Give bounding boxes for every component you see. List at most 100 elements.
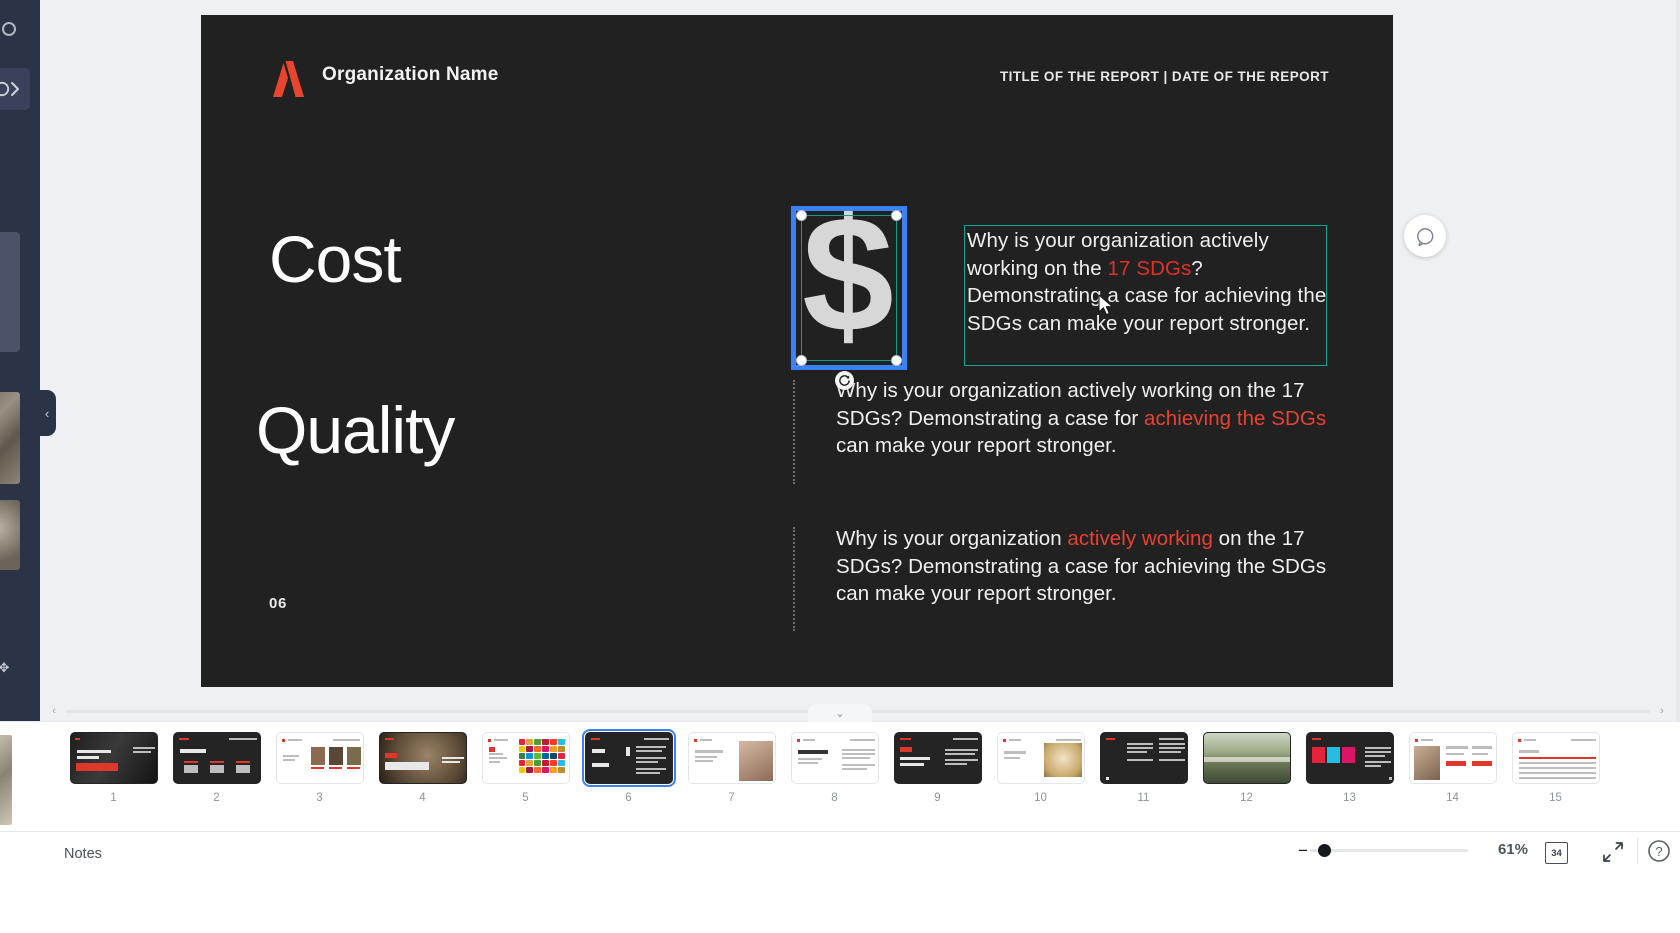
resize-handle-top-right[interactable] bbox=[891, 210, 902, 221]
slide-thumbnail[interactable] bbox=[172, 732, 261, 784]
slide-thumbnail[interactable] bbox=[69, 732, 158, 784]
zoom-slider-track[interactable] bbox=[1310, 844, 1468, 857]
rail-circle-icon bbox=[2, 22, 16, 36]
slide-thumbnail[interactable] bbox=[378, 732, 467, 784]
slide-number-label: 10 bbox=[1034, 792, 1047, 804]
slide-thumbnail[interactable] bbox=[275, 732, 364, 784]
filmstrip-slide-11[interactable]: 11 bbox=[1092, 732, 1195, 804]
slide-thumbnail[interactable] bbox=[996, 732, 1085, 784]
slide-number-label: 2 bbox=[213, 792, 220, 804]
slide-thumbnail[interactable] bbox=[481, 732, 570, 784]
keyword-cost[interactable]: Cost bbox=[269, 226, 402, 292]
keyword-quality[interactable]: Quality bbox=[256, 397, 455, 463]
slide-thumbnail[interactable] bbox=[1305, 732, 1394, 784]
tb-line2a: working on the bbox=[967, 256, 1108, 280]
filmstrip-slide-12[interactable]: 12 bbox=[1195, 732, 1298, 804]
scroll-left-button[interactable]: ‹ bbox=[48, 705, 60, 717]
window-scrollbar[interactable] bbox=[1676, 0, 1680, 721]
help-button[interactable]: ? bbox=[1646, 838, 1672, 864]
blk2-part2: can make your report stronger. bbox=[836, 434, 1117, 457]
zoom-percent-label: 61% bbox=[1497, 841, 1528, 858]
slide-filmstrip[interactable]: 1 2 3 4 5 6 7 8 9 10 11 12 13 14 15 bbox=[0, 721, 1680, 831]
filmstrip-slide-4[interactable]: 4 bbox=[371, 732, 474, 804]
blk2-highlight: achieving the SDGs bbox=[1144, 406, 1327, 430]
presentation-editor-window: ✥ ‹ Organization Name TITLE OF THE REPOR… bbox=[0, 0, 1680, 933]
fullscreen-button[interactable] bbox=[1601, 840, 1625, 864]
rail-move-handle[interactable]: ✥ bbox=[0, 660, 12, 676]
filmstrip-slide-7[interactable]: 7 bbox=[680, 732, 783, 804]
blk3-part1: Why is your organization bbox=[836, 527, 1068, 550]
add-comment-button[interactable] bbox=[1404, 215, 1446, 257]
chevron-right-icon bbox=[0, 81, 19, 97]
tb-highlight-17-sdgs: 17 SDGs bbox=[1107, 256, 1192, 280]
slide-number-label: 3 bbox=[316, 792, 323, 804]
slide-header: Organization Name TITLE OF THE REPORT | … bbox=[201, 15, 1393, 135]
scroll-right-button[interactable]: › bbox=[1656, 705, 1668, 717]
slide-canvas-area: Organization Name TITLE OF THE REPORT | … bbox=[40, 0, 1680, 721]
organization-name: Organization Name bbox=[322, 64, 499, 85]
filmstrip-slide-3[interactable]: 3 bbox=[268, 732, 371, 804]
block-3-rule bbox=[793, 527, 795, 631]
filmstrip-slide-8[interactable]: 8 bbox=[783, 732, 886, 804]
zoom-out-button[interactable]: − bbox=[1298, 842, 1308, 859]
filmstrip-toggle-button[interactable]: ⌄ bbox=[808, 704, 872, 722]
block-2-rule bbox=[793, 380, 795, 484]
filmstrip-slide-13[interactable]: 13 bbox=[1298, 732, 1401, 804]
filmstrip-slide-14[interactable]: 14 bbox=[1401, 732, 1504, 804]
slide-thumbnail[interactable] bbox=[581, 729, 676, 787]
filmstrip-list: 1 2 3 4 5 6 7 8 9 10 11 12 13 14 15 bbox=[62, 729, 1607, 804]
rail-photo-thumbnail[interactable] bbox=[0, 392, 20, 484]
graphic-selection-box[interactable] bbox=[796, 210, 902, 366]
rail-thumbnail[interactable] bbox=[0, 232, 20, 352]
slide-count-value: 34 bbox=[1545, 842, 1568, 864]
slide-number-label: 7 bbox=[728, 792, 735, 804]
selected-textbox-content[interactable]: Why is your organization actively workin… bbox=[967, 227, 1327, 337]
slide-thumbnail[interactable] bbox=[893, 732, 982, 784]
slide-editor-surface[interactable]: Organization Name TITLE OF THE REPORT | … bbox=[201, 15, 1393, 687]
filmstrip-slide-1[interactable]: 1 bbox=[62, 732, 165, 804]
sidebar-expand-button[interactable] bbox=[0, 68, 30, 110]
resize-handle-bottom-right[interactable] bbox=[891, 355, 902, 366]
bottom-bar-divider bbox=[1637, 838, 1638, 864]
rail-photo-thumbnail-3[interactable] bbox=[0, 735, 12, 825]
filmstrip-slide-15[interactable]: 15 bbox=[1504, 732, 1607, 804]
slide-number-label: 6 bbox=[625, 792, 632, 804]
comment-bubble-icon bbox=[1416, 227, 1433, 246]
slide-number-label: 14 bbox=[1446, 792, 1459, 804]
slide-thumbnail[interactable] bbox=[1511, 732, 1600, 784]
body-text-block-2[interactable]: Why is your organization actively workin… bbox=[836, 377, 1331, 460]
slide-count-button[interactable]: 34 bbox=[1545, 838, 1575, 866]
slide-number-label: 15 bbox=[1549, 792, 1562, 804]
filmstrip-slide-2[interactable]: 2 bbox=[165, 732, 268, 804]
filmstrip-slide-5[interactable]: 5 bbox=[474, 732, 577, 804]
body-text-block-3[interactable]: Why is your organization actively workin… bbox=[836, 525, 1331, 608]
svg-text:?: ? bbox=[1655, 844, 1662, 859]
slide-thumbnail[interactable] bbox=[1099, 732, 1188, 784]
rotate-handle[interactable] bbox=[835, 371, 854, 390]
organization-logo-icon bbox=[273, 61, 304, 97]
slide-number-label: 11 bbox=[1137, 792, 1150, 804]
notes-button[interactable]: Notes bbox=[64, 846, 102, 862]
slide-thumbnail[interactable] bbox=[687, 732, 776, 784]
zoom-slider[interactable]: − bbox=[1298, 842, 1468, 859]
zoom-slider-knob[interactable] bbox=[1318, 844, 1331, 857]
report-title-date: TITLE OF THE REPORT | DATE OF THE REPORT bbox=[999, 69, 1329, 84]
resize-handle-bottom-left[interactable] bbox=[796, 355, 807, 366]
sidebar-collapse-button[interactable]: ‹ bbox=[38, 390, 56, 436]
slide-thumbnail[interactable] bbox=[1408, 732, 1497, 784]
slide-thumbnail[interactable] bbox=[1202, 732, 1291, 784]
resize-handle-top-left[interactable] bbox=[796, 210, 807, 221]
left-sidebar[interactable]: ✥ bbox=[0, 0, 40, 721]
tb-line3: Demonstrating a case for achieving bbox=[967, 284, 1292, 307]
filmstrip-slide-9[interactable]: 9 bbox=[886, 732, 989, 804]
tb-line1: Why is your organization actively bbox=[967, 229, 1269, 252]
rotate-icon bbox=[839, 375, 850, 386]
slide-number-label: 1 bbox=[110, 792, 117, 804]
filmstrip-slide-6[interactable]: 6 bbox=[577, 729, 680, 804]
slide-page-number: 06 bbox=[269, 595, 287, 612]
slide-thumbnail[interactable] bbox=[790, 732, 879, 784]
tb-line2b: ? bbox=[1191, 256, 1203, 280]
filmstrip-slide-10[interactable]: 10 bbox=[989, 732, 1092, 804]
help-question-icon: ? bbox=[1648, 840, 1670, 862]
rail-photo-thumbnail-2[interactable] bbox=[0, 500, 20, 570]
